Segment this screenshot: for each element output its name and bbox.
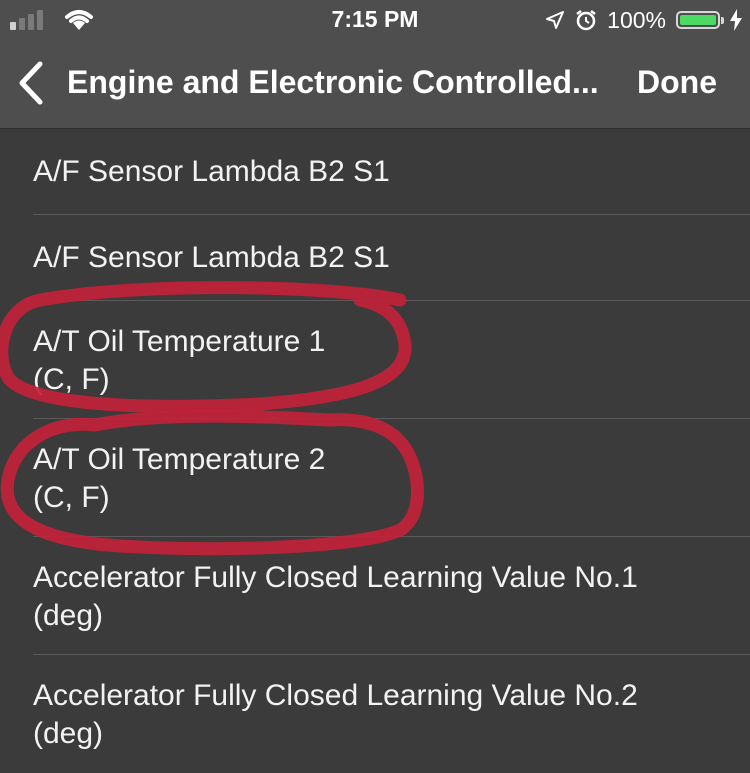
battery-percent: 100%	[607, 6, 666, 33]
list-item-label: A/F Sensor Lambda B2 S1	[33, 155, 390, 188]
location-arrow-icon	[546, 11, 565, 29]
done-button[interactable]: Done	[637, 64, 717, 101]
back-chevron-icon[interactable]	[12, 58, 52, 108]
list-item[interactable]: A/T Oil Temperature 2 (C, F)	[0, 419, 750, 537]
list-item-unit: (deg)	[33, 599, 104, 632]
list-item[interactable]: Accelerator Fully Closed Learning Value …	[0, 655, 750, 773]
navigation-bar: Engine and Electronic Controlled... Done	[0, 40, 750, 129]
list-item[interactable]: A/F Sensor Lambda B2 S1	[0, 129, 750, 215]
charging-bolt-icon	[730, 9, 742, 31]
status-bar: 7:15 PM 100%	[0, 0, 750, 40]
list-item-label: A/F Sensor Lambda B2 S1	[33, 241, 390, 274]
list-item-label: Accelerator Fully Closed Learning Value …	[33, 561, 638, 594]
list-item[interactable]: A/T Oil Temperature 1 (C, F)	[0, 301, 750, 419]
list-item-label: A/T Oil Temperature 1	[33, 325, 326, 358]
battery-icon	[676, 11, 724, 29]
parameter-list: A/F Sensor Lambda B2 S1 A/F Sensor Lambd…	[0, 129, 750, 773]
alarm-clock-icon	[576, 10, 596, 31]
list-item-unit: (C, F)	[33, 481, 110, 514]
list-item-label: A/T Oil Temperature 2	[33, 443, 326, 476]
list-item-unit: (C, F)	[33, 363, 110, 396]
list-item-unit: (deg)	[33, 717, 104, 750]
page-title: Engine and Electronic Controlled...	[67, 64, 599, 100]
list-item[interactable]: A/F Sensor Lambda B2 S1	[0, 215, 750, 301]
list-item-label: Accelerator Fully Closed Learning Value …	[33, 679, 638, 712]
list-item[interactable]: Accelerator Fully Closed Learning Value …	[0, 537, 750, 655]
